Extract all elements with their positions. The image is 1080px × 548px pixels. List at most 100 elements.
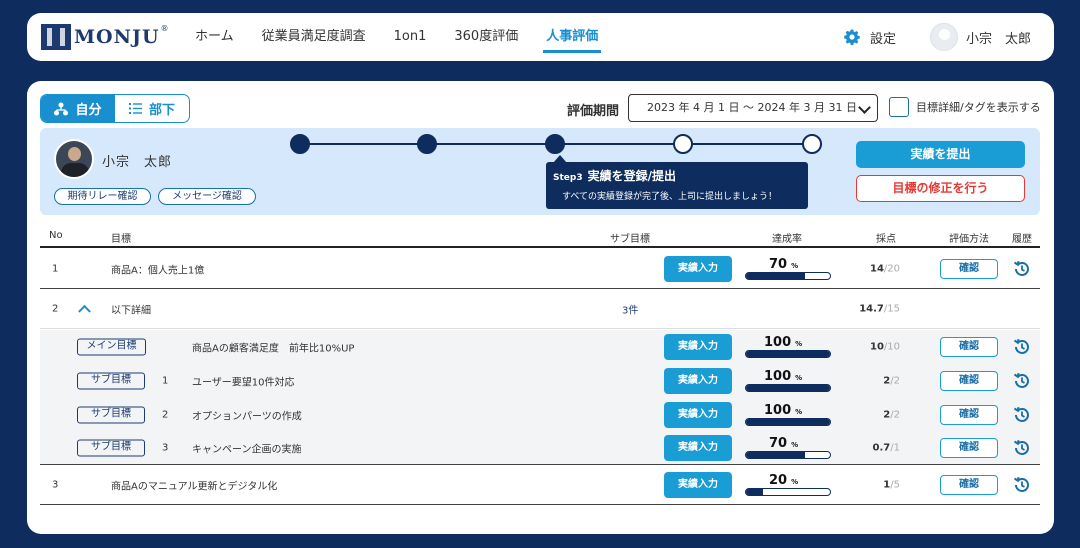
sub-goal-count[interactable]: 3件 bbox=[622, 302, 638, 317]
show-detail-checkbox[interactable] bbox=[889, 97, 909, 117]
confirm-method-button[interactable]: 確認 bbox=[940, 371, 998, 391]
table-row-sub: サブ目標 2 オプションパーツの作成 実績入力 100% 2/2 確認 bbox=[40, 398, 1040, 432]
rate-progress-fill bbox=[746, 385, 830, 391]
rate-progress-fill bbox=[746, 419, 830, 425]
table-row: 1 商品A：個人売上1億 実績入力 70% 14/20 確認 bbox=[40, 249, 1040, 289]
confirm-method-button[interactable]: 確認 bbox=[940, 438, 998, 458]
rate-value: 70 bbox=[769, 256, 788, 272]
input-results-button[interactable]: 実績入力 bbox=[664, 368, 732, 394]
nav-360-review[interactable]: 360度評価 bbox=[454, 13, 518, 61]
row-goal: 以下詳細 bbox=[111, 305, 151, 317]
rate-progress-bar bbox=[745, 271, 831, 280]
history-icon[interactable] bbox=[1013, 406, 1031, 424]
rate-progress-bar bbox=[745, 451, 831, 459]
row-goal: 商品Aの顧客満足度 前年比10%UP bbox=[192, 343, 355, 355]
relay-confirm-button[interactable]: 期待リレー確認 bbox=[54, 188, 151, 205]
confirm-method-button[interactable]: 確認 bbox=[940, 475, 998, 495]
input-results-button[interactable]: 実績入力 bbox=[664, 334, 732, 360]
input-results-button[interactable]: 実績入力 bbox=[664, 472, 732, 498]
top-header: MONJU ® ホーム 従業員満足度調査 1on1 360度評価 人事評価 設定… bbox=[27, 13, 1054, 61]
score-max: /20 bbox=[883, 263, 900, 274]
table-row: 3 商品Aのマニュアル更新とデジタル化 実績入力 20% 1/5 確認 bbox=[40, 466, 1040, 505]
toggle-subordinate-button[interactable]: 部下 bbox=[115, 95, 189, 122]
rate-progress-bar bbox=[745, 350, 831, 358]
history-icon[interactable] bbox=[1013, 372, 1031, 390]
score-max: /10 bbox=[883, 341, 900, 353]
input-results-button[interactable]: 実績入力 bbox=[664, 255, 732, 282]
person-name: 小宗 太郎 bbox=[102, 155, 173, 170]
confirm-method-button[interactable]: 確認 bbox=[940, 258, 998, 279]
fix-goals-button[interactable]: 目標の修正を行う bbox=[856, 175, 1025, 202]
rate-progress-bar bbox=[745, 488, 831, 496]
rate-percent-sign: % bbox=[791, 478, 799, 486]
chevron-up-icon[interactable] bbox=[78, 304, 91, 318]
period-select[interactable]: 2023 年 4 月 1 日 〜 2024 年 3 月 31 日 bbox=[628, 94, 878, 122]
score-value: 2 bbox=[883, 409, 891, 421]
rate-value: 100 bbox=[764, 403, 792, 418]
achievement-rate: 100% bbox=[745, 369, 831, 393]
org-chart-icon bbox=[54, 102, 69, 115]
tip-description: すべての実績登録が完了後、上司に提出しましょう！ bbox=[562, 192, 778, 202]
score-max: /2 bbox=[890, 409, 900, 421]
row-goal: ユーザー要望10件対応 bbox=[192, 377, 295, 389]
step-dot-4 bbox=[673, 134, 693, 154]
history-icon[interactable] bbox=[1013, 439, 1031, 457]
show-detail-label: 目標詳細/タグを表示する bbox=[916, 101, 1041, 114]
main-nav: ホーム 従業員満足度調査 1on1 360度評価 人事評価 bbox=[195, 13, 626, 61]
settings-link[interactable]: 設定 bbox=[844, 13, 896, 61]
avatar bbox=[930, 23, 958, 51]
row-goal: オプションパーツの作成 bbox=[192, 411, 302, 423]
rate-progress-fill bbox=[746, 272, 805, 279]
settings-label: 設定 bbox=[870, 31, 897, 47]
achievement-rate: 100% bbox=[745, 335, 831, 359]
chevron-down-icon bbox=[858, 101, 871, 114]
monju-logo[interactable]: MONJU ® bbox=[41, 24, 169, 50]
nav-employee-survey[interactable]: 従業員満足度調査 bbox=[262, 13, 366, 61]
rate-progress-bar bbox=[745, 384, 831, 392]
nav-hr-evaluation[interactable]: 人事評価 bbox=[543, 13, 602, 61]
person-photo bbox=[54, 139, 94, 179]
table-row-sub: サブ目標 1 ユーザー要望10件対応 実績入力 100% 2/2 確認 bbox=[40, 364, 1040, 398]
confirm-method-button[interactable]: 確認 bbox=[940, 337, 998, 357]
user-menu[interactable]: 小宗 太郎 bbox=[930, 13, 1031, 61]
sub-goal-tag: サブ目標 bbox=[77, 372, 145, 390]
rate-value: 100 bbox=[764, 335, 792, 350]
gear-icon bbox=[844, 29, 860, 45]
score: 2/2 bbox=[883, 410, 900, 421]
th-method: 評価方法 bbox=[949, 234, 989, 245]
row-no: 1 bbox=[52, 263, 59, 274]
rate-percent-sign: % bbox=[795, 408, 803, 416]
logo-registered-mark: ® bbox=[160, 24, 169, 33]
rate-value: 100 bbox=[764, 369, 792, 384]
rate-progress-fill bbox=[746, 452, 805, 458]
rate-value: 70 bbox=[769, 436, 788, 451]
input-results-button[interactable]: 実績入力 bbox=[664, 435, 732, 461]
show-detail-toggle[interactable]: 目標詳細/タグを表示する bbox=[889, 97, 1041, 117]
score-value: 14 bbox=[869, 263, 884, 274]
score-value: 2 bbox=[883, 375, 891, 387]
nav-home[interactable]: ホーム bbox=[195, 13, 234, 61]
toggle-subordinate-label: 部下 bbox=[148, 103, 175, 118]
history-icon[interactable] bbox=[1013, 338, 1031, 356]
message-confirm-button[interactable]: メッセージ確認 bbox=[158, 188, 256, 205]
confirm-method-button[interactable]: 確認 bbox=[940, 405, 998, 425]
rate-progress-bar bbox=[745, 418, 831, 426]
th-no: No bbox=[49, 230, 63, 241]
input-results-button[interactable]: 実績入力 bbox=[664, 402, 732, 428]
step-tooltip: Step3 実績を登録/提出 すべての実績登録が完了後、上司に提出しましょう！ bbox=[546, 155, 808, 209]
score-max: /2 bbox=[890, 375, 900, 387]
step-panel: 小宗 太郎 期待リレー確認 メッセージ確認 Step3 実績を登録/提出 すべて… bbox=[40, 128, 1040, 215]
th-goal: 目標 bbox=[111, 234, 131, 245]
list-icon bbox=[128, 103, 142, 114]
rate-percent-sign: % bbox=[791, 261, 799, 270]
toggle-self-label: 自分 bbox=[75, 103, 102, 118]
toggle-self-button[interactable]: 自分 bbox=[41, 95, 115, 122]
submit-results-button[interactable]: 実績を提出 bbox=[856, 141, 1025, 168]
table-row-sub: サブ目標 3 キャンペーン企画の実施 実績入力 70% 0.7/1 確認 bbox=[40, 432, 1040, 465]
history-icon[interactable] bbox=[1013, 476, 1031, 494]
nav-1on1[interactable]: 1on1 bbox=[394, 13, 427, 61]
history-icon[interactable] bbox=[1013, 260, 1031, 278]
score: 14/20 bbox=[870, 263, 900, 274]
rate-progress-fill bbox=[746, 489, 763, 495]
th-history: 履歴 bbox=[1012, 234, 1032, 245]
